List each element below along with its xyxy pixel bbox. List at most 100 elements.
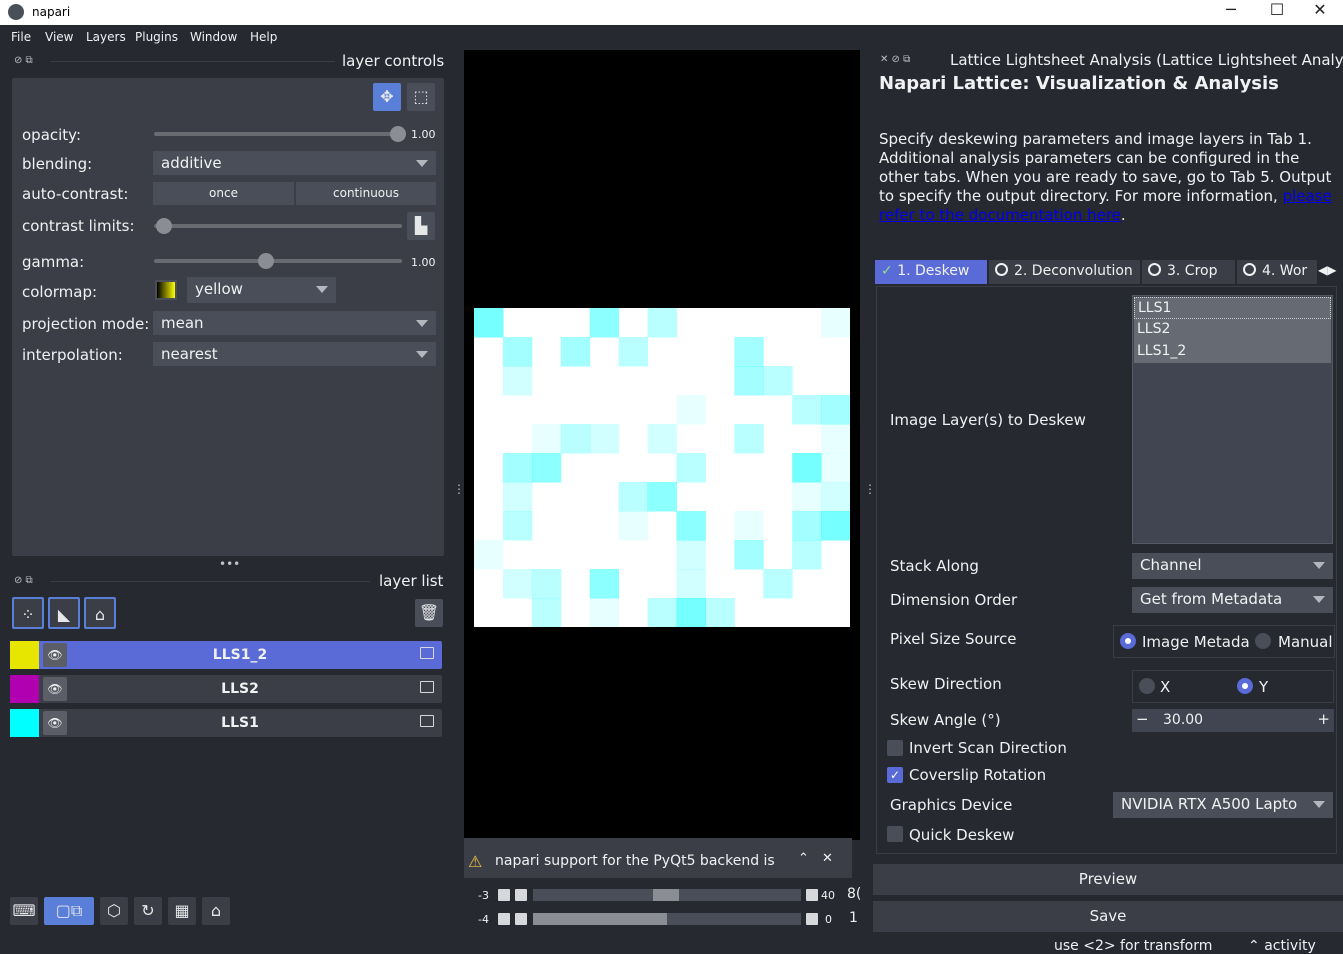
skew-angle-stepper[interactable]: − 30.00 + bbox=[1132, 709, 1334, 732]
dim-slider-track[interactable] bbox=[533, 889, 801, 901]
preview-button[interactable]: Preview bbox=[873, 864, 1343, 895]
blending-dropdown[interactable]: additive bbox=[153, 151, 436, 175]
dim-slider-handle[interactable] bbox=[533, 913, 667, 925]
interpolation-dropdown[interactable]: nearest bbox=[153, 342, 436, 366]
minus-icon[interactable]: − bbox=[1136, 710, 1149, 728]
splitter-handle[interactable]: ⋮ bbox=[864, 482, 876, 496]
step-forward-icon[interactable] bbox=[806, 889, 818, 901]
warning-icon: ⚠ bbox=[468, 852, 483, 871]
play-icon[interactable] bbox=[498, 913, 510, 925]
tab-scroll-arrows-icon[interactable]: ◀▶ bbox=[1318, 263, 1336, 277]
heatmap-cell bbox=[763, 569, 793, 599]
gamma-slider-handle[interactable] bbox=[257, 253, 274, 269]
list-item[interactable]: LLS2 bbox=[1134, 319, 1331, 341]
step-back-icon[interactable] bbox=[515, 913, 527, 925]
menu-layers[interactable]: Layers bbox=[86, 30, 126, 44]
delete-layer-icon[interactable]: 🗑 bbox=[415, 599, 443, 627]
graphics-device-dropdown[interactable]: NVIDIA RTX A500 Lapto bbox=[1113, 792, 1333, 818]
save-button[interactable]: Save bbox=[873, 901, 1343, 932]
layer-row[interactable]: 👁 LLS2 bbox=[10, 675, 442, 703]
roll-dims-icon[interactable]: ↻ bbox=[134, 897, 162, 925]
pixel-metadata-radio[interactable] bbox=[1120, 633, 1136, 649]
pixel-metadata-label: Image Metadat bbox=[1142, 633, 1250, 651]
colormap-dropdown[interactable]: yellow bbox=[187, 277, 336, 303]
home-icon[interactable]: ⌂ bbox=[202, 897, 230, 925]
dock-close-icon[interactable]: ✕ ⊘ ⧉ bbox=[880, 54, 910, 65]
tab-workflow[interactable]: 4. Wor bbox=[1237, 260, 1317, 284]
period: . bbox=[1120, 206, 1126, 224]
skew-x-radio[interactable] bbox=[1139, 678, 1155, 694]
dock-float-icon[interactable]: ⊘ ⧉ bbox=[14, 55, 33, 66]
menu-window[interactable]: Window bbox=[190, 30, 237, 44]
projection-dropdown[interactable]: mean bbox=[153, 311, 436, 335]
eye-icon[interactable]: 👁 bbox=[43, 677, 67, 701]
menu-help[interactable]: Help bbox=[250, 30, 277, 44]
dimension-order-dropdown[interactable]: Get from Metadata bbox=[1132, 587, 1333, 613]
opacity-slider-handle[interactable] bbox=[390, 126, 406, 142]
list-item[interactable]: LLS1 bbox=[1134, 297, 1331, 319]
quick-deskew-checkbox[interactable] bbox=[887, 826, 903, 842]
blending-label: blending: bbox=[22, 155, 93, 173]
heatmap-cell bbox=[821, 511, 850, 541]
pan-zoom-icon[interactable]: ✥ bbox=[373, 83, 401, 111]
skew-angle-value[interactable]: 30.00 bbox=[1163, 712, 1203, 728]
heatmap-cell bbox=[734, 424, 764, 454]
invert-scan-checkbox[interactable] bbox=[887, 740, 903, 756]
maximize-button[interactable]: ☐ bbox=[1254, 0, 1300, 25]
colormap-label: colormap: bbox=[22, 283, 98, 301]
image-layer-icon bbox=[420, 647, 434, 659]
pixel-manual-radio[interactable] bbox=[1255, 633, 1271, 649]
menu-plugins[interactable]: Plugins bbox=[135, 30, 178, 44]
step-back-icon[interactable] bbox=[515, 889, 527, 901]
skew-y-radio[interactable] bbox=[1237, 678, 1253, 694]
autocontrast-continuous-button[interactable]: continuous bbox=[296, 182, 436, 205]
contrast-limits-slider[interactable] bbox=[154, 218, 402, 234]
layer-row[interactable]: 👁 LLS1_2 bbox=[10, 641, 442, 669]
tab-deskew[interactable]: ✓ 1. Deskew bbox=[875, 260, 987, 284]
transform-icon[interactable]: ⬚ bbox=[407, 83, 435, 111]
new-shapes-layer-icon[interactable]: ◣ bbox=[48, 597, 80, 629]
list-item[interactable]: LLS1_2 bbox=[1134, 341, 1331, 363]
layer-name[interactable]: LLS1 bbox=[70, 715, 410, 731]
dim-slider-track[interactable] bbox=[533, 913, 801, 925]
contrast-slider-handle[interactable] bbox=[156, 218, 172, 234]
eye-icon[interactable]: 👁 bbox=[43, 711, 67, 735]
gamma-label: gamma: bbox=[22, 253, 85, 271]
menu-view[interactable]: View bbox=[45, 30, 73, 44]
eye-icon[interactable]: 👁 bbox=[43, 643, 67, 667]
dock-float-icon[interactable]: ⊘ ⧉ bbox=[14, 575, 33, 586]
tab-crop[interactable]: 3. Crop bbox=[1142, 260, 1235, 284]
layer-row[interactable]: 👁 LLS1 bbox=[10, 709, 442, 737]
coverslip-checkbox[interactable]: ✓ bbox=[887, 767, 903, 783]
minimize-button[interactable]: ─ bbox=[1208, 0, 1254, 25]
play-icon[interactable] bbox=[498, 889, 510, 901]
menu-file[interactable]: File bbox=[11, 30, 31, 44]
layer-name[interactable]: LLS2 bbox=[70, 681, 410, 697]
new-labels-layer-icon[interactable]: ⌂ bbox=[84, 597, 116, 629]
layer-name[interactable]: LLS1_2 bbox=[70, 647, 410, 663]
grid-icon[interactable]: ▦ bbox=[168, 897, 196, 925]
autocontrast-once-button[interactable]: once bbox=[153, 182, 294, 205]
histogram-icon[interactable]: ▙ bbox=[407, 212, 435, 240]
ndisplay-toggle-icon[interactable]: ▢⧉ bbox=[44, 897, 94, 925]
splitter-handle[interactable]: ••• bbox=[219, 557, 240, 571]
plus-icon[interactable]: + bbox=[1317, 710, 1330, 728]
heatmap-cell bbox=[560, 337, 591, 367]
dim-slider-extra: 8( bbox=[847, 886, 862, 902]
console-icon[interactable]: ⌨ bbox=[10, 897, 38, 925]
3d-view-icon[interactable]: ⬡ bbox=[100, 897, 128, 925]
activity-button[interactable]: ⌃ activity bbox=[1248, 938, 1316, 954]
tab-deconvolution[interactable]: 2. Deconvolution bbox=[989, 260, 1140, 284]
gamma-slider[interactable] bbox=[154, 253, 402, 269]
close-notification-icon[interactable]: ✕ bbox=[822, 851, 833, 866]
opacity-slider[interactable] bbox=[154, 126, 406, 142]
dim-slider-handle[interactable] bbox=[653, 889, 679, 901]
stack-along-dropdown[interactable]: Channel bbox=[1132, 553, 1333, 579]
step-forward-icon[interactable] bbox=[806, 913, 818, 925]
new-points-layer-icon[interactable]: ⁘ bbox=[12, 597, 44, 629]
close-button[interactable]: ✕ bbox=[1297, 0, 1343, 25]
image-layers-list[interactable]: LLS1 LLS2 LLS1_2 bbox=[1132, 295, 1333, 544]
projection-value: mean bbox=[161, 314, 204, 332]
heatmap-cell bbox=[618, 337, 649, 367]
expand-icon[interactable]: ⌃ bbox=[798, 851, 809, 866]
